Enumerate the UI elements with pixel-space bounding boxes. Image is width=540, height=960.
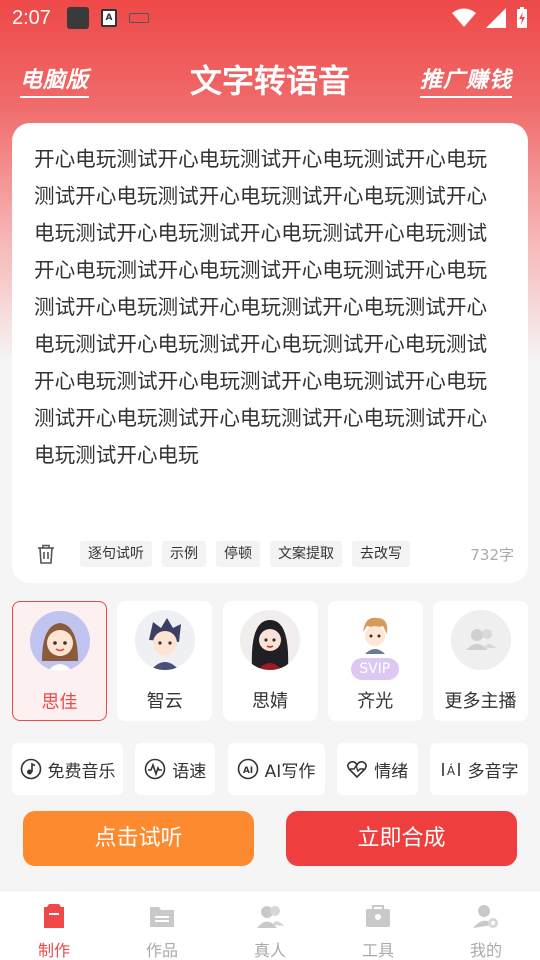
trash-icon[interactable] (34, 542, 58, 566)
speed-wave-icon (144, 758, 166, 780)
ai-writing-button[interactable]: AI AI写作 (227, 743, 325, 795)
wifi-icon (452, 8, 476, 27)
create-icon (44, 904, 64, 928)
music-note-icon (20, 758, 41, 780)
nav-label: 作品 (145, 941, 178, 960)
voice-name: 思佳 (41, 692, 78, 713)
char-count: 732字 (470, 545, 514, 564)
text-editor-card: 开心电玩测试开心电玩测试开心电玩测试开心电玩测试开心电玩测试开心电玩测试开心电玩… (12, 123, 528, 583)
nav-label: 制作 (37, 941, 70, 960)
people-icon (257, 906, 284, 928)
bottom-nav: 制作 作品 真人 工具 我的 (0, 890, 540, 960)
more-anchors-icon (450, 610, 511, 670)
synthesize-button[interactable]: 立即合成 (286, 811, 517, 866)
status-time: 2:07 (12, 6, 51, 29)
nav-item-works[interactable]: 作品 (108, 891, 216, 960)
nav-item-human[interactable]: 真人 (216, 891, 324, 960)
text-input[interactable]: 开心电玩测试开心电玩测试开心电玩测试开心电玩测试开心电玩测试开心电玩测试开心电玩… (34, 141, 498, 521)
avatar (134, 610, 195, 670)
voice-card-sijing[interactable]: 思婧 (222, 601, 318, 721)
voice-card-qiguang[interactable]: SVIP 齐光 (327, 601, 423, 721)
speed-button[interactable]: 语速 (135, 743, 216, 795)
pinyin-icon: Á (441, 763, 460, 778)
polyphone-button[interactable]: Á 多音字 (430, 743, 528, 795)
feature-label: 情绪 (374, 761, 409, 782)
example-button[interactable]: 示例 (162, 541, 206, 567)
free-music-button[interactable]: 免费音乐 (12, 743, 123, 795)
battery-charging-icon (517, 7, 527, 28)
svg-text:AI: AI (243, 766, 253, 776)
feature-label: 多音字 (467, 761, 519, 782)
avatar (29, 611, 90, 671)
voice-name: 智云 (146, 691, 183, 712)
svg-text:Á: Á (446, 763, 455, 778)
voice-card-sijia[interactable]: 思佳 (12, 601, 107, 721)
voice-name: 更多主播 (444, 691, 517, 712)
voice-card-more[interactable]: 更多主播 (433, 601, 528, 721)
nav-label: 工具 (361, 941, 394, 960)
avatar (240, 610, 300, 670)
profile-icon (473, 905, 498, 928)
rewrite-button[interactable]: 去改写 (352, 541, 410, 567)
pause-button[interactable]: 停顿 (216, 541, 260, 567)
ai-icon: AI (237, 758, 258, 780)
sentence-preview-button[interactable]: 逐句试听 (80, 541, 152, 567)
feature-label: 语速 (172, 761, 207, 782)
nav-label: 真人 (253, 941, 286, 960)
promote-earn-link[interactable]: 推广赚钱 (419, 62, 512, 98)
extract-copy-button[interactable]: 文案提取 (270, 541, 342, 567)
listen-button[interactable]: 点击试听 (23, 811, 254, 866)
nav-label: 我的 (469, 941, 502, 960)
heart-pulse-icon (347, 761, 368, 779)
voice-name: 思婧 (252, 691, 288, 712)
svip-badge: SVIP (350, 658, 399, 680)
nav-item-mine[interactable]: 我的 (432, 891, 540, 960)
voice-name: 齐光 (357, 691, 394, 712)
status-bar: 2:07 A (0, 0, 540, 36)
feature-bar: 免费音乐 语速 AI AI写作 情绪 Á 多音字 (12, 743, 528, 795)
toolbox-icon (366, 905, 390, 927)
nav-item-create[interactable]: 制作 (0, 891, 108, 960)
font-app-icon: A (100, 9, 117, 27)
voice-selector: 思佳 智云 思婧 SVIP 齐光 更多主播 (12, 601, 528, 721)
folder-icon (150, 907, 174, 927)
app-header: 电脑版 文字转语音 推广赚钱 (0, 50, 540, 106)
nav-item-tools[interactable]: 工具 (324, 891, 432, 960)
feature-label: 免费音乐 (47, 761, 116, 782)
cell-signal-icon (486, 8, 506, 28)
editor-toolbar: 逐句试听 示例 停顿 文案提取 去改写 732字 (34, 539, 514, 569)
keyboard-icon (128, 13, 149, 23)
feature-label: AI写作 (264, 761, 316, 782)
emotion-button[interactable]: 情绪 (336, 743, 418, 795)
notification-app-icon (66, 7, 89, 29)
voice-card-zhiyun[interactable]: 智云 (117, 601, 213, 721)
